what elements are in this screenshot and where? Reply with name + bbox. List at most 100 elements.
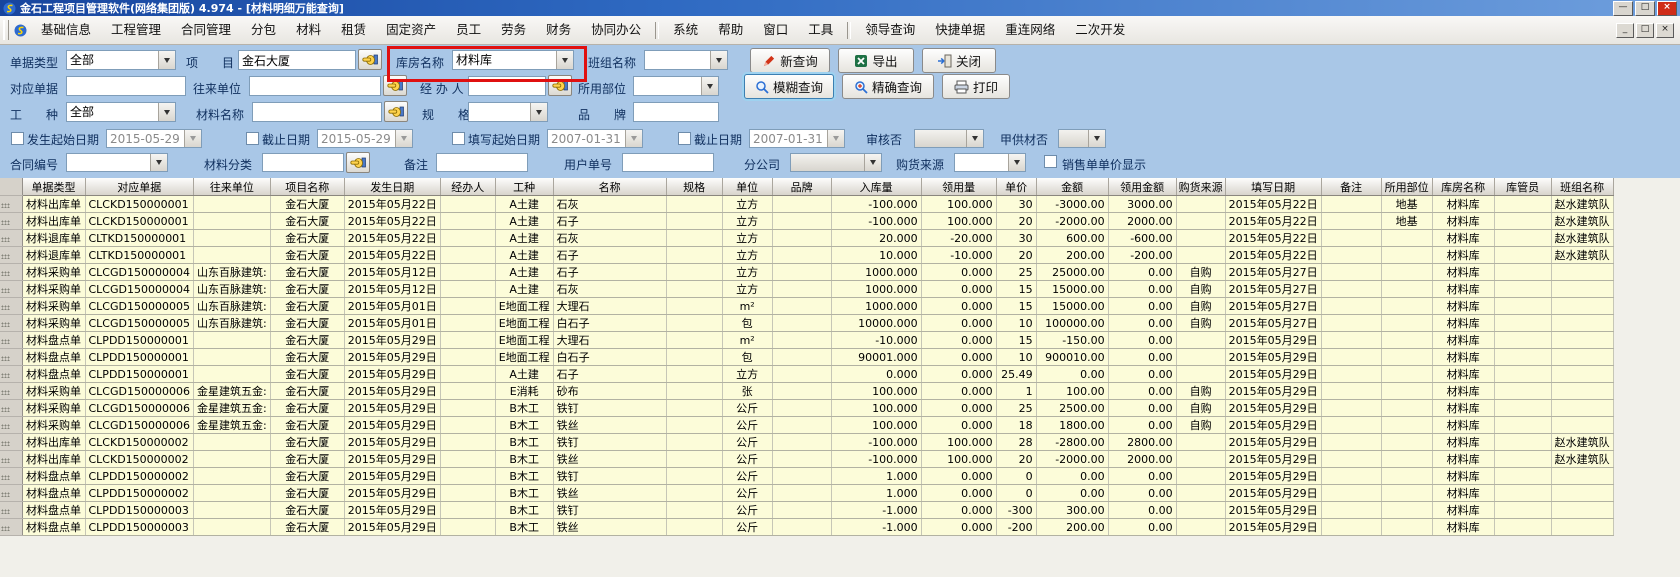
cell[interactable]: 白石子 (553, 349, 666, 366)
cell[interactable]: 立方 (722, 230, 772, 247)
cell[interactable] (440, 383, 495, 400)
chevron-down-icon[interactable] (864, 154, 881, 171)
cell[interactable] (440, 230, 495, 247)
cell[interactable] (666, 468, 722, 485)
cell[interactable]: 100.000 (921, 196, 996, 213)
chevron-down-icon[interactable] (625, 130, 642, 147)
cell[interactable]: 0.00 (1036, 366, 1108, 383)
cell[interactable]: 材料盘点单 (22, 332, 85, 349)
cell[interactable]: 铁丝 (553, 519, 666, 536)
table-row[interactable]: 材料盘点单CLPDD150000003金石大厦2015年05月29日B木工铁丝公… (0, 519, 1613, 536)
occur-start-checkbox[interactable] (11, 132, 24, 145)
cell[interactable]: 600.00 (1036, 230, 1108, 247)
cell[interactable]: 金石大厦 (270, 196, 344, 213)
cell[interactable] (666, 349, 722, 366)
cell[interactable]: 15 (996, 298, 1036, 315)
cell[interactable]: 0.00 (1108, 400, 1176, 417)
cell[interactable] (1176, 213, 1225, 230)
cell[interactable] (666, 196, 722, 213)
cell[interactable] (193, 230, 270, 247)
cell[interactable] (772, 366, 831, 383)
menu-item[interactable]: 窗口 (753, 16, 798, 44)
cell[interactable]: -2000.00 (1036, 451, 1108, 468)
cell[interactable]: 材料库 (1432, 247, 1494, 264)
cell[interactable]: 材料退库单 (22, 230, 85, 247)
cell[interactable] (1381, 366, 1432, 383)
cell[interactable] (440, 502, 495, 519)
cell[interactable]: 0 (996, 468, 1036, 485)
row-indicator[interactable] (0, 247, 22, 264)
cell[interactable] (440, 451, 495, 468)
cell[interactable]: 材料盘点单 (22, 502, 85, 519)
cell[interactable] (772, 332, 831, 349)
cell[interactable]: 材料盘点单 (22, 519, 85, 536)
cell[interactable] (1381, 315, 1432, 332)
cell[interactable] (1176, 247, 1225, 264)
cell[interactable]: 金石大厦 (270, 417, 344, 434)
cell[interactable]: 0.000 (921, 264, 996, 281)
cell[interactable]: 赵水建筑队 (1551, 213, 1613, 230)
cell[interactable]: 15 (996, 332, 1036, 349)
table-row[interactable]: 材料采购单CLCGD150000005山东百脉建筑:金石大厦2015年05月01… (0, 315, 1613, 332)
fill-end-date[interactable]: 2007-01-31 (749, 129, 845, 148)
cell[interactable]: CLPDD150000003 (85, 519, 193, 536)
cell[interactable] (666, 213, 722, 230)
cell[interactable]: 2015年05月29日 (1225, 434, 1321, 451)
cell[interactable] (1551, 400, 1613, 417)
cell[interactable] (1494, 468, 1551, 485)
row-indicator[interactable] (0, 502, 22, 519)
table-row[interactable]: 材料盘点单CLPDD150000003金石大厦2015年05月29日B木工铁钉公… (0, 502, 1613, 519)
cell[interactable] (1321, 281, 1381, 298)
cell[interactable]: 金石大厦 (270, 502, 344, 519)
cell[interactable]: 2015年05月01日 (344, 298, 440, 315)
cell[interactable]: 2015年05月27日 (1225, 264, 1321, 281)
cell[interactable]: 材料库 (1432, 230, 1494, 247)
cell[interactable]: 0.000 (921, 417, 996, 434)
cell[interactable] (440, 332, 495, 349)
cell[interactable]: 材料库 (1432, 502, 1494, 519)
cell[interactable]: 材料采购单 (22, 298, 85, 315)
cell[interactable]: 2015年05月29日 (1225, 349, 1321, 366)
project-input[interactable] (238, 50, 356, 70)
branch-select[interactable] (790, 153, 882, 172)
cell[interactable]: 自购 (1176, 298, 1225, 315)
cell[interactable]: 1000.000 (831, 264, 921, 281)
cell[interactable]: 10 (996, 315, 1036, 332)
cell[interactable]: 立方 (722, 264, 772, 281)
cell[interactable]: 0.00 (1108, 519, 1176, 536)
cell[interactable] (440, 247, 495, 264)
row-indicator[interactable] (0, 298, 22, 315)
cell[interactable]: 2015年05月29日 (1225, 451, 1321, 468)
mdi-close-button[interactable]: × (1656, 23, 1674, 38)
table-row[interactable]: 材料采购单CLCGD150000004山东百脉建筑:金石大厦2015年05月12… (0, 281, 1613, 298)
cell[interactable] (772, 281, 831, 298)
cell[interactable]: B木工 (495, 400, 553, 417)
row-indicator[interactable] (0, 400, 22, 417)
cell[interactable] (666, 383, 722, 400)
cell[interactable] (772, 383, 831, 400)
row-indicator[interactable] (0, 349, 22, 366)
cell[interactable]: B木工 (495, 519, 553, 536)
cell[interactable] (1321, 451, 1381, 468)
menu-item[interactable]: 劳务 (491, 16, 536, 44)
cell[interactable]: 1.000 (831, 468, 921, 485)
cell[interactable]: 1000.000 (831, 298, 921, 315)
row-indicator[interactable] (0, 417, 22, 434)
cell[interactable]: 0.000 (921, 468, 996, 485)
cell[interactable]: B木工 (495, 417, 553, 434)
work-type-select[interactable]: 全部 (66, 102, 176, 122)
cell[interactable]: 0.000 (921, 502, 996, 519)
cell[interactable]: 立方 (722, 247, 772, 264)
cell[interactable]: 铁丝 (553, 417, 666, 434)
cell[interactable]: -10.000 (921, 247, 996, 264)
cell[interactable]: E地面工程 (495, 315, 553, 332)
cell[interactable] (666, 366, 722, 383)
cell[interactable] (440, 281, 495, 298)
table-row[interactable]: 材料采购单CLCGD150000005山东百脉建筑:金石大厦2015年05月01… (0, 298, 1613, 315)
chevron-down-icon[interactable] (184, 130, 201, 147)
cell[interactable]: 2015年05月29日 (1225, 366, 1321, 383)
cell[interactable] (666, 502, 722, 519)
cell[interactable] (1321, 417, 1381, 434)
cell[interactable] (772, 349, 831, 366)
cell[interactable]: 大理石 (553, 298, 666, 315)
